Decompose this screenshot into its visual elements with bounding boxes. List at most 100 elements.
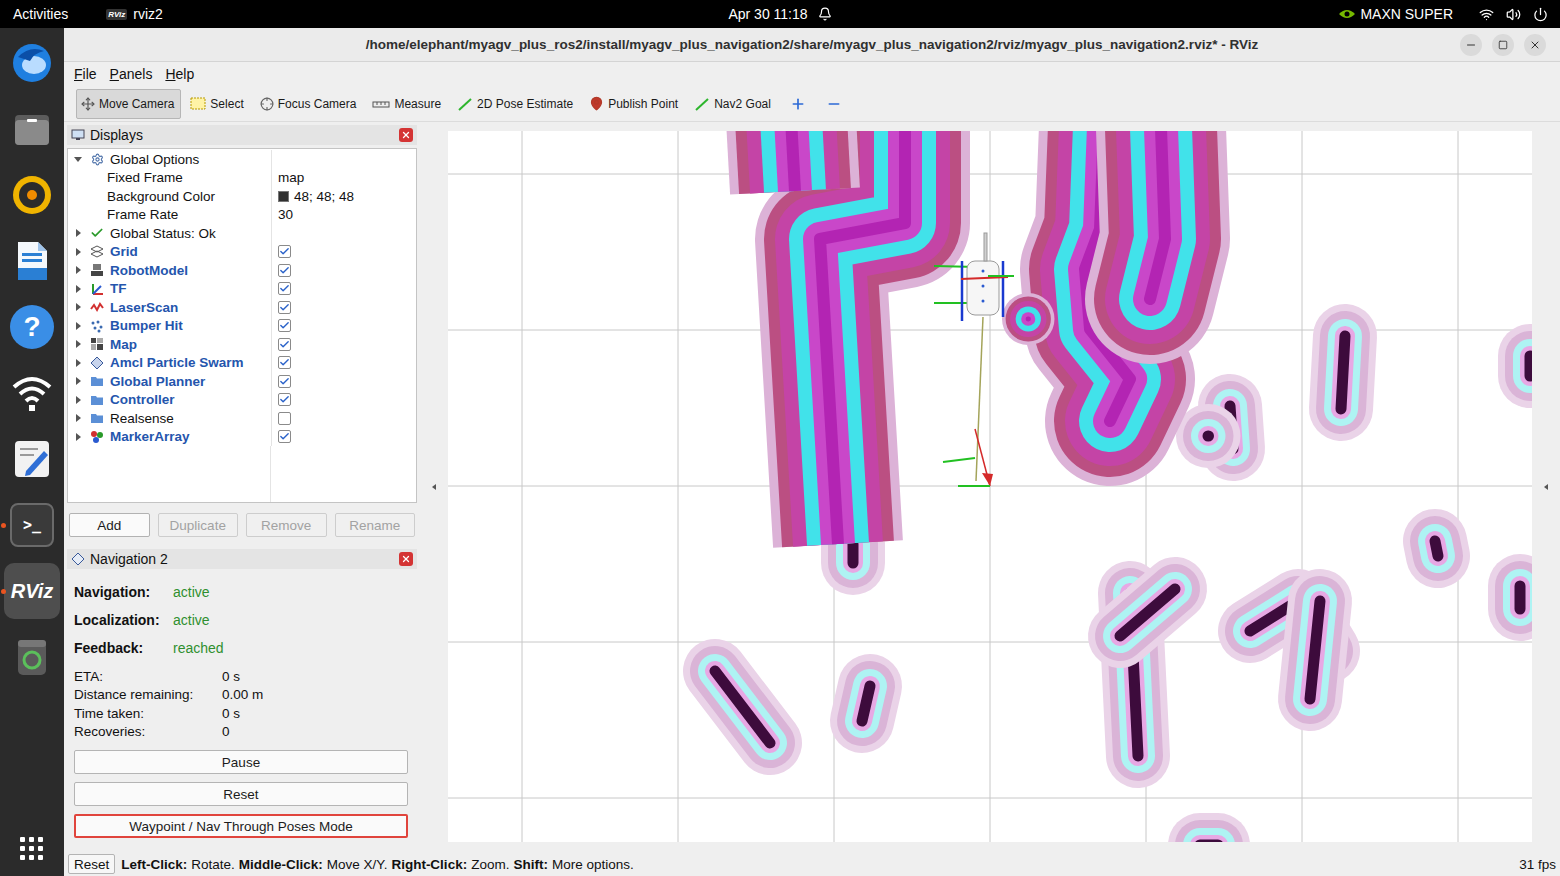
- text-editor-icon: [10, 437, 54, 481]
- display-row[interactable]: LaserScan: [68, 298, 416, 317]
- power-mode[interactable]: MAXN SUPER: [1338, 6, 1453, 22]
- tool-button[interactable]: Publish Point: [584, 89, 685, 119]
- display-button[interactable]: Rename: [335, 513, 416, 537]
- dock-item[interactable]: ?: [4, 299, 60, 355]
- close-panel-button[interactable]: [399, 552, 413, 566]
- tool-button[interactable]: Move Camera: [76, 89, 181, 119]
- power-icon[interactable]: [1533, 7, 1548, 22]
- app-menu[interactable]: RVizrviz2: [106, 6, 163, 22]
- expander-icon[interactable]: [76, 303, 81, 311]
- check-icon: [279, 376, 290, 387]
- terminal-icon: >_: [10, 503, 54, 547]
- menu-item[interactable]: Panels: [110, 66, 153, 82]
- menu-item[interactable]: Help: [165, 66, 194, 82]
- close-panel-button[interactable]: [399, 128, 413, 142]
- visibility-checkbox[interactable]: [278, 375, 291, 388]
- visibility-checkbox[interactable]: [278, 430, 291, 443]
- add-tool-button[interactable]: [782, 96, 814, 112]
- property-row[interactable]: Fixed Framemap: [68, 169, 416, 188]
- display-row[interactable]: MarkerArray: [68, 428, 416, 447]
- dock-item[interactable]: [4, 167, 60, 223]
- expander-icon[interactable]: [76, 322, 81, 330]
- expander-icon[interactable]: [76, 414, 81, 422]
- display-row[interactable]: TF: [68, 280, 416, 299]
- check-icon: [279, 431, 290, 442]
- display-row[interactable]: Realsense: [68, 409, 416, 428]
- property-row[interactable]: Background Color48; 48; 48: [68, 187, 416, 206]
- navigation-button[interactable]: Waypoint / Nav Through Poses Mode: [74, 814, 408, 838]
- dock-item[interactable]: [4, 35, 60, 91]
- expander-icon[interactable]: [76, 377, 81, 385]
- minimize-button[interactable]: [1460, 34, 1482, 56]
- dock: ? >_ RViz: [0, 28, 64, 876]
- volume-icon[interactable]: [1506, 7, 1521, 22]
- expander-icon[interactable]: [76, 266, 81, 274]
- dock-item[interactable]: [4, 431, 60, 487]
- dock-item[interactable]: [4, 629, 60, 685]
- tool-button[interactable]: 2D Pose Estimate: [452, 89, 580, 119]
- expander-icon[interactable]: [76, 248, 81, 256]
- display-row[interactable]: Grid: [68, 243, 416, 262]
- expander-icon[interactable]: [76, 340, 81, 348]
- navigation-button[interactable]: Pause: [74, 750, 408, 774]
- visibility-checkbox[interactable]: [278, 338, 291, 351]
- dock-item[interactable]: [4, 101, 60, 157]
- particles-icon: [90, 356, 104, 370]
- navigation-button[interactable]: Reset: [74, 782, 408, 806]
- expander-icon[interactable]: [76, 285, 81, 293]
- points-icon: [90, 319, 104, 333]
- tree-row[interactable]: Global Status: Ok: [68, 224, 416, 243]
- expander-icon[interactable]: [76, 433, 81, 441]
- local-costmap-obstacle: [790, 131, 795, 191]
- reset-view-button[interactable]: Reset: [68, 854, 115, 874]
- dock-item[interactable]: RViz: [4, 563, 60, 619]
- map-view[interactable]: [448, 131, 1532, 842]
- visibility-checkbox[interactable]: [278, 282, 291, 295]
- expander-icon[interactable]: [76, 229, 81, 237]
- dock-item[interactable]: [4, 365, 60, 421]
- expander-icon[interactable]: [76, 359, 81, 367]
- wifi-icon[interactable]: [1479, 7, 1494, 22]
- right-splitter[interactable]: [1532, 122, 1560, 852]
- tree-row[interactable]: Global Options: [68, 150, 416, 169]
- display-row[interactable]: Amcl Particle Swarm: [68, 354, 416, 373]
- display-button[interactable]: Duplicate: [158, 513, 239, 537]
- display-row[interactable]: RobotModel: [68, 261, 416, 280]
- window-title: /home/elephant/myagv_plus_ros2/install/m…: [366, 37, 1258, 52]
- menu-item[interactable]: File: [74, 66, 97, 82]
- visibility-checkbox[interactable]: [278, 393, 291, 406]
- pose-arrow-icon: [457, 97, 473, 111]
- tool-button[interactable]: Select: [185, 89, 250, 119]
- render-viewport[interactable]: [448, 131, 1532, 842]
- tool-button[interactable]: Nav2 Goal: [689, 89, 778, 119]
- expander-icon[interactable]: [74, 157, 82, 162]
- maximize-icon: [1498, 40, 1508, 50]
- display-row[interactable]: Bumper Hit: [68, 317, 416, 336]
- activities-button[interactable]: Activities: [13, 6, 68, 22]
- show-apps-icon[interactable]: [20, 837, 44, 860]
- dock-item[interactable]: >_: [4, 497, 60, 553]
- diamond-icon: [71, 552, 85, 566]
- clock[interactable]: Apr 30 11:18: [728, 6, 831, 22]
- close-button[interactable]: [1524, 34, 1546, 56]
- visibility-checkbox[interactable]: [278, 412, 291, 425]
- display-button[interactable]: Add: [69, 513, 150, 537]
- visibility-checkbox[interactable]: [278, 356, 291, 369]
- visibility-checkbox[interactable]: [278, 301, 291, 314]
- display-button[interactable]: Remove: [246, 513, 327, 537]
- visibility-checkbox[interactable]: [278, 264, 291, 277]
- remove-tool-button[interactable]: [818, 96, 850, 112]
- dock-item[interactable]: [4, 233, 60, 289]
- property-row[interactable]: Frame Rate30: [68, 206, 416, 225]
- tool-button[interactable]: Measure: [367, 89, 448, 119]
- display-row[interactable]: Global Planner: [68, 372, 416, 391]
- visibility-checkbox[interactable]: [278, 319, 291, 332]
- display-row[interactable]: Map: [68, 335, 416, 354]
- tool-button[interactable]: Focus Camera: [255, 89, 364, 119]
- visibility-checkbox[interactable]: [278, 245, 291, 258]
- check-icon: [90, 226, 104, 240]
- display-row[interactable]: Controller: [68, 391, 416, 410]
- maximize-button[interactable]: [1492, 34, 1514, 56]
- left-splitter[interactable]: [420, 122, 448, 852]
- expander-icon[interactable]: [76, 396, 81, 404]
